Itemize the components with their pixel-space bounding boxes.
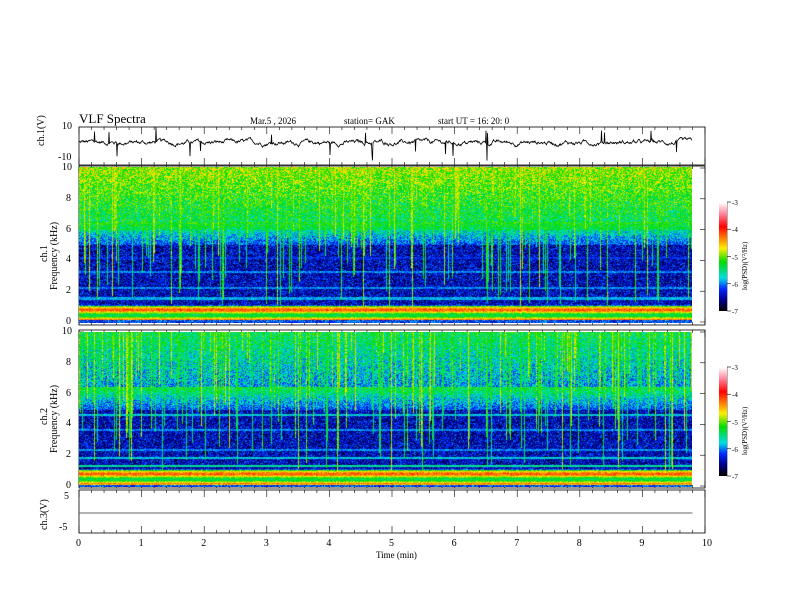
colorbar-tick-label: -3 <box>732 199 738 207</box>
ch1-waveform-line <box>78 127 693 161</box>
y-tick-label: 6 <box>66 387 71 399</box>
y-tick-label: -5 <box>59 522 68 533</box>
ch3-ylabel: ch.3(V) <box>39 499 50 530</box>
ch1-spec-ylabel: Frequency (kHz) <box>49 221 60 290</box>
x-tick-label: 7 <box>514 538 520 549</box>
ch1-colorbar-label: log(PSD)(V²/Hz) <box>741 241 749 290</box>
ch1-ylabel: ch.1(V) <box>36 115 47 146</box>
y-tick-label: 4 <box>66 254 71 266</box>
x-tick-label: 1 <box>138 538 144 549</box>
x-tick-label: 5 <box>389 538 394 549</box>
x-tick-label: 9 <box>639 538 645 549</box>
x-tick-label: 8 <box>576 538 582 549</box>
colorbar-tick-label: -5 <box>732 418 738 427</box>
y-tick-label: 8 <box>66 192 71 204</box>
colorbar-tick-label: -4 <box>732 226 738 235</box>
y-tick-label: 5 <box>64 491 69 502</box>
y-tick-label: 8 <box>66 356 71 368</box>
ch2-colorbar-label: log(PSD)(V²/Hz) <box>741 406 749 455</box>
y-tick-label: 10 <box>62 121 72 132</box>
x-axis-label: Time (min) <box>376 550 417 560</box>
y-tick-label: 10 <box>62 162 72 173</box>
ch1-spectrogram <box>79 167 692 323</box>
colorbar-tick-label: -7 <box>732 473 738 481</box>
colorbar-tick-label: -7 <box>732 308 738 316</box>
ch2-spectrogram <box>79 332 692 487</box>
x-tick-label: 3 <box>263 538 269 549</box>
x-tick-label: 0 <box>76 538 81 549</box>
x-tick-label: 6 <box>451 538 457 549</box>
ch2-spec-ylabel: Frequency (kHz) <box>49 384 60 453</box>
ch2-colorbar <box>719 367 727 476</box>
x-tick-label: 10 <box>702 538 712 549</box>
colorbar-tick-label: -3 <box>732 364 738 372</box>
x-tick-label: 4 <box>326 538 332 549</box>
y-tick-label: 6 <box>66 223 71 235</box>
ch1-colorbar <box>719 202 727 311</box>
colorbar-tick-label: -6 <box>732 280 738 289</box>
y-tick-label: 10 <box>62 326 72 337</box>
colorbar-tick-label: -6 <box>732 445 738 454</box>
y-tick-label: 0 <box>66 480 71 491</box>
y-tick-label: 2 <box>66 285 71 297</box>
colorbar-tick-label: -5 <box>732 253 738 262</box>
colorbar-tick-label: -4 <box>732 391 738 400</box>
y-tick-label: 4 <box>66 418 71 430</box>
y-tick-label: 2 <box>66 449 71 461</box>
x-tick-label: 2 <box>201 538 207 549</box>
